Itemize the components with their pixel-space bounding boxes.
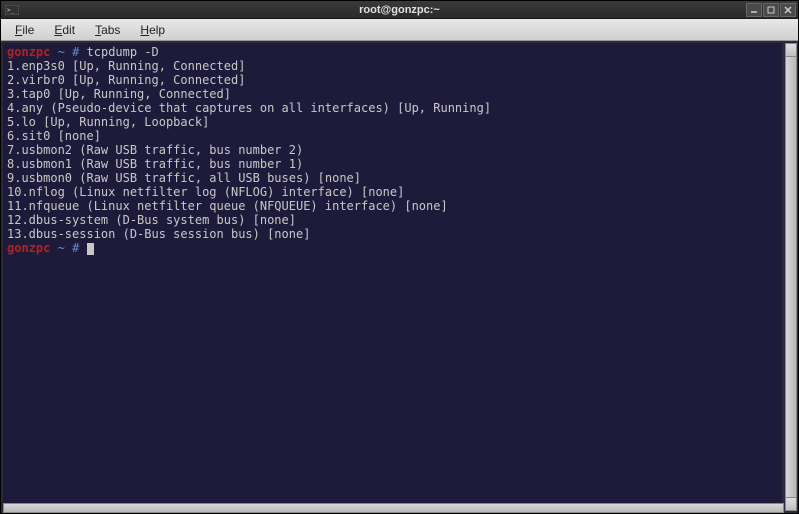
prompt-path: ~ — [58, 45, 65, 59]
output-line: 6.sit0 [none] — [7, 129, 778, 143]
prompt-symbol: # — [72, 45, 79, 59]
output-line: 5.lo [Up, Running, Loopback] — [7, 115, 778, 129]
output-line: 10.nflog (Linux netfilter log (NFLOG) in… — [7, 185, 778, 199]
prompt-path: ~ — [58, 241, 65, 255]
terminal-window: >_ root@gonzpc:~ File Edit Tabs Help gon… — [0, 0, 799, 514]
output-line: 4.any (Pseudo-device that captures on al… — [7, 101, 778, 115]
window-controls — [745, 3, 796, 17]
terminal-line: gonzpc ~ # — [7, 241, 778, 255]
output-line: 1.enp3s0 [Up, Running, Connected] — [7, 59, 778, 73]
terminal-container: gonzpc ~ # tcpdump -D1.enp3s0 [Up, Runni… — [1, 41, 798, 513]
output-line: 3.tap0 [Up, Running, Connected] — [7, 87, 778, 101]
menu-tabs[interactable]: Tabs — [85, 21, 130, 39]
prompt-host: gonzpc — [7, 241, 50, 255]
menu-edit[interactable]: Edit — [44, 21, 85, 39]
output-line: 9.usbmon0 (Raw USB traffic, all USB buse… — [7, 171, 778, 185]
close-button[interactable] — [780, 3, 796, 17]
horizontal-scrollbar[interactable] — [3, 503, 784, 513]
output-line: 11.nfqueue (Linux netfilter queue (NFQUE… — [7, 199, 778, 213]
window-title: root@gonzpc:~ — [359, 4, 440, 16]
vertical-scrollbar[interactable] — [785, 43, 797, 511]
cursor — [87, 243, 94, 255]
prompt-symbol: # — [72, 241, 79, 255]
menubar: File Edit Tabs Help — [1, 19, 798, 41]
titlebar[interactable]: >_ root@gonzpc:~ — [1, 1, 798, 19]
terminal[interactable]: gonzpc ~ # tcpdump -D1.enp3s0 [Up, Runni… — [3, 43, 782, 509]
output-line: 13.dbus-session (D-Bus session bus) [non… — [7, 227, 778, 241]
maximize-button[interactable] — [763, 3, 779, 17]
svg-text:>_: >_ — [7, 7, 15, 14]
terminal-line: gonzpc ~ # tcpdump -D — [7, 45, 778, 59]
command-text: tcpdump -D — [87, 45, 159, 59]
menu-help[interactable]: Help — [130, 21, 175, 39]
menu-file[interactable]: File — [5, 21, 44, 39]
output-line: 12.dbus-system (D-Bus system bus) [none] — [7, 213, 778, 227]
minimize-button[interactable] — [746, 3, 762, 17]
prompt-host: gonzpc — [7, 45, 50, 59]
output-line: 2.virbr0 [Up, Running, Connected] — [7, 73, 778, 87]
app-icon: >_ — [5, 4, 19, 16]
output-line: 8.usbmon1 (Raw USB traffic, bus number 1… — [7, 157, 778, 171]
output-line: 7.usbmon2 (Raw USB traffic, bus number 2… — [7, 143, 778, 157]
